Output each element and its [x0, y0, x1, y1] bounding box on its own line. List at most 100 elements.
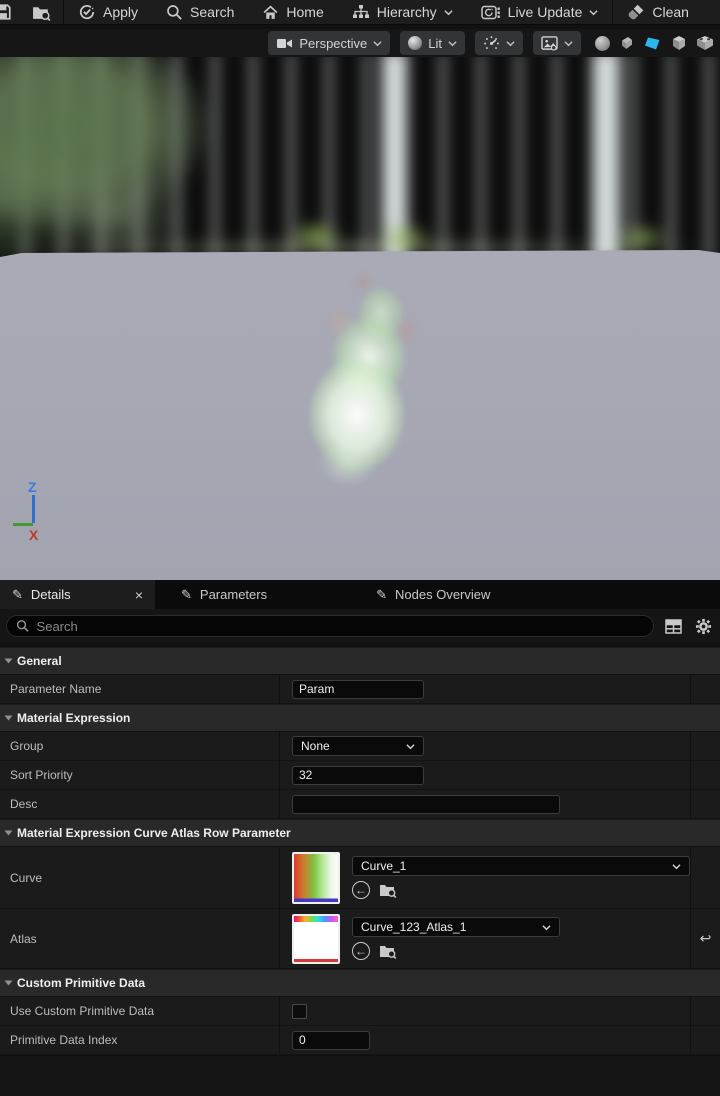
preview-shape-buttons: [591, 35, 714, 51]
row-use-custom-primitive-data: Use Custom Primitive Data: [0, 997, 720, 1026]
tab-nodes-overview[interactable]: ✎ Nodes Overview: [364, 580, 502, 609]
viewport-toolbar: Perspective Lit: [0, 25, 720, 57]
preview-cylinder-button[interactable]: [619, 35, 635, 51]
perspective-dropdown[interactable]: Perspective: [268, 31, 391, 55]
section-curve-atlas[interactable]: Material Expression Curve Atlas Row Para…: [0, 819, 720, 847]
axis-x-line: [13, 523, 33, 526]
row-extra-cell: [691, 1026, 720, 1054]
preview-cube-button[interactable]: [671, 35, 687, 51]
preview-mesh-button[interactable]: [696, 35, 714, 51]
tab-details[interactable]: ✎ Details ×: [0, 580, 155, 609]
nodes-overview-icon: ✎: [376, 586, 388, 602]
lit-dropdown[interactable]: Lit: [400, 31, 465, 55]
hierarchy-button[interactable]: Hierarchy: [338, 0, 467, 24]
atlas-asset-dropdown[interactable]: Curve_123_Atlas_1: [352, 917, 560, 937]
live-update-icon: [480, 5, 500, 19]
parameters-icon: ✎: [181, 586, 192, 602]
browse-icon: [33, 6, 51, 21]
home-button[interactable]: Home: [248, 0, 337, 24]
row-extra-cell: [691, 732, 720, 760]
live-update-label: Live Update: [507, 4, 583, 20]
parameter-name-label: Parameter Name: [0, 675, 280, 703]
gauge-icon: [484, 35, 499, 49]
row-parameter-name: Parameter Name: [0, 675, 720, 704]
row-atlas: Atlas Curve_123_Atlas_1 ← ↩: [0, 909, 720, 969]
desc-label: Desc: [0, 790, 280, 818]
preview-viewport[interactable]: Z X: [0, 57, 720, 580]
row-extra-cell: [691, 997, 720, 1025]
home-icon: [263, 5, 278, 19]
clean-label: Clean: [652, 4, 689, 20]
section-general[interactable]: General: [0, 647, 720, 675]
parameter-name-input[interactable]: [292, 679, 424, 699]
group-label: Group: [0, 732, 280, 760]
view-options-dropdown[interactable]: [475, 31, 523, 55]
tab-parameters[interactable]: ✎ Parameters: [169, 580, 279, 609]
panel-bottom-filler: [0, 1055, 720, 1086]
chevron-down-icon: [373, 40, 382, 46]
revert-icon: ↩: [699, 930, 712, 946]
curve-label: Curve: [0, 847, 280, 908]
axis-z-label: Z: [28, 479, 37, 495]
search-button[interactable]: Search: [152, 0, 248, 24]
save-button[interactable]: [0, 0, 20, 24]
search-input[interactable]: [36, 618, 644, 634]
section-custom-primitive-data[interactable]: Custom Primitive Data: [0, 969, 720, 997]
settings-button[interactable]: [692, 615, 714, 637]
row-extra-cell: [691, 847, 720, 908]
apply-button[interactable]: Apply: [64, 0, 152, 24]
chevron-down-icon: [589, 9, 598, 15]
group-dropdown[interactable]: None: [292, 736, 424, 756]
use-custom-primitive-data-checkbox[interactable]: [292, 1003, 307, 1019]
viewport-background-photo: [0, 57, 720, 276]
expander-icon: [4, 658, 13, 664]
section-custom-primitive-data-label: Custom Primitive Data: [17, 976, 146, 990]
sort-priority-input[interactable]: [292, 765, 424, 785]
clean-button[interactable]: Clean: [613, 0, 703, 24]
chevron-down-icon: [406, 743, 415, 749]
search-field[interactable]: [6, 615, 654, 637]
browse-to-asset-button[interactable]: [379, 882, 397, 898]
chevron-down-icon: [564, 40, 573, 46]
perspective-label: Perspective: [299, 35, 368, 51]
expander-icon: [4, 830, 13, 836]
display-filter-button[interactable]: [662, 615, 684, 637]
screenshot-dropdown[interactable]: [533, 31, 581, 55]
reset-to-default-button[interactable]: ↩: [691, 909, 720, 968]
chevron-down-icon: [444, 9, 453, 15]
row-group: Group None: [0, 732, 720, 761]
use-custom-primitive-data-label: Use Custom Primitive Data: [0, 997, 280, 1025]
curve-asset-dropdown[interactable]: Curve_1: [352, 856, 690, 876]
preview-plane-button[interactable]: [644, 36, 662, 51]
browse-to-asset-button[interactable]: [379, 943, 397, 959]
details-icon: ✎: [12, 586, 23, 602]
row-sort-priority: Sort Priority: [0, 761, 720, 790]
camera-icon: [277, 38, 293, 48]
panel-tab-bar: ✎ Details × ✎ Parameters ✎ Nodes Overvie…: [0, 580, 720, 609]
browse-button[interactable]: [20, 0, 63, 24]
axis-x-label: X: [29, 527, 39, 543]
row-extra-cell: [691, 675, 720, 703]
clean-icon: [628, 4, 644, 20]
row-desc: Desc: [0, 790, 720, 819]
primitive-data-index-label: Primitive Data Index: [0, 1026, 280, 1054]
chevron-down-icon: [542, 924, 551, 930]
close-icon[interactable]: ×: [135, 587, 143, 603]
desc-input[interactable]: [292, 794, 560, 814]
use-selected-asset-button[interactable]: ←: [352, 942, 370, 960]
grid-table-icon: [664, 618, 682, 634]
primitive-data-index-input[interactable]: [292, 1030, 370, 1050]
use-selected-asset-button[interactable]: ←: [352, 881, 370, 899]
preview-sphere-button[interactable]: [595, 35, 610, 51]
search-label: Search: [190, 4, 235, 20]
apply-label: Apply: [103, 4, 139, 20]
section-material-expression[interactable]: Material Expression: [0, 704, 720, 732]
expander-icon: [4, 715, 13, 721]
curve-thumbnail[interactable]: [292, 851, 340, 904]
live-update-button[interactable]: Live Update: [467, 0, 613, 24]
atlas-thumbnail[interactable]: [292, 913, 340, 964]
tab-nodes-overview-label: Nodes Overview: [395, 587, 491, 602]
group-value: None: [301, 739, 330, 753]
apply-icon: [79, 4, 95, 20]
hierarchy-label: Hierarchy: [376, 4, 437, 20]
